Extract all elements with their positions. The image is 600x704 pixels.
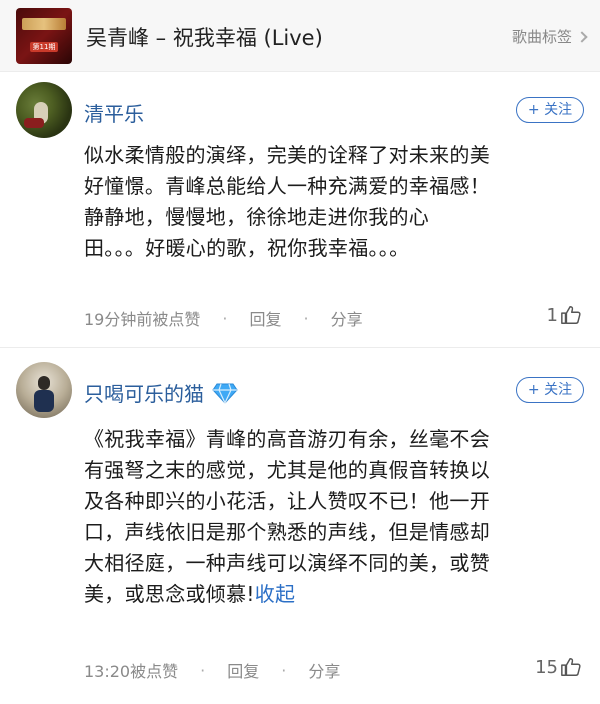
like-button[interactable]: 1 [547, 304, 582, 326]
comment-meta: 13:20被点赞 · 回复 · 分享 [84, 658, 340, 682]
follow-button[interactable]: + 关注 [516, 97, 584, 123]
comment-text: 《祝我幸福》青峰的高音游刃有余，丝毫不会 有强弩之末的感觉，尤其是他的真假音转换… [84, 424, 584, 610]
like-count: 1 [546, 304, 558, 326]
thumbs-up-icon [561, 306, 581, 324]
username-text: 清平乐 [84, 102, 144, 126]
comment-time: 19分钟前被点赞 [84, 310, 201, 329]
separator-dot: · [281, 660, 287, 680]
share-button[interactable]: 分享 [331, 306, 363, 330]
comment-line: 口，声线依旧是那个熟悉的声线，但是情感却 [84, 520, 490, 544]
comment-line: 似水柔情般的演绎，完美的诠释了对未来的美 [84, 143, 490, 167]
album-art-badge: 第11期 [30, 42, 58, 52]
comment-username[interactable]: 只喝可乐的猫 [84, 378, 238, 407]
comment-line-text: 美，或思念或倾慕! [84, 582, 255, 606]
comment-username[interactable]: 清平乐 [84, 98, 144, 127]
comment-line: 好憧憬。青峰总能给人一种充满爱的幸福感！ [84, 174, 490, 198]
comment-line: 大相径庭，一种声线可以演绎不同的美，或赞 [84, 551, 490, 575]
comment-line: 田。。。好暖心的歌，祝你我幸福。。。 [84, 236, 410, 260]
diamond-badge-icon [212, 383, 238, 404]
comment-text: 似水柔情般的演绎，完美的诠释了对未来的美 好憧憬。青峰总能给人一种充满爱的幸福感… [84, 140, 584, 264]
reply-button[interactable]: 回复 [249, 306, 281, 330]
comment-line: 及各种即兴的小花活，让人赞叹不已！他一开 [84, 489, 490, 513]
song-title[interactable]: 吴青峰 – 祝我幸福 (Live) [86, 22, 323, 52]
song-header: 第11期 吴青峰 – 祝我幸福 (Live) 歌曲标签 [0, 0, 600, 72]
album-art-title [22, 18, 66, 30]
album-art[interactable]: 第11期 [16, 8, 72, 64]
like-button[interactable]: 15 [535, 656, 582, 678]
comment-line-last: 美，或思念或倾慕!收起 [84, 579, 584, 610]
follow-button[interactable]: + 关注 [516, 377, 584, 403]
comment-line: 《祝我幸福》青峰的高音游刃有余，丝毫不会 [84, 427, 490, 451]
like-count: 15 [535, 656, 558, 678]
separator-dot: · [303, 308, 309, 328]
reply-button[interactable]: 回复 [227, 658, 259, 682]
thumbs-up-icon [561, 658, 581, 676]
separator-dot: · [200, 660, 206, 680]
comment-item: 清平乐 + 关注 似水柔情般的演绎，完美的诠释了对未来的美 好憧憬。青峰总能给人… [0, 72, 600, 348]
comment-line: 静静地，慢慢地，徐徐地走进你我的心 [84, 205, 430, 229]
collapse-link[interactable]: 收起 [255, 582, 296, 606]
username-text: 只喝可乐的猫 [84, 382, 204, 406]
share-button[interactable]: 分享 [308, 658, 340, 682]
song-tags-link[interactable]: 歌曲标签 [511, 26, 588, 47]
avatar[interactable] [16, 82, 72, 138]
song-tags-label: 歌曲标签 [511, 28, 572, 46]
comment-item: 只喝可乐的猫 + 关注 《祝我幸福》青峰的高音游刃有余，丝毫不会 有强弩之末的感… [0, 348, 600, 704]
comment-line: 有强弩之末的感觉，尤其是他的真假音转换以 [84, 458, 490, 482]
avatar[interactable] [16, 362, 72, 418]
separator-dot: · [222, 308, 228, 328]
chevron-right-icon [576, 30, 588, 43]
comment-meta: 19分钟前被点赞 · 回复 · 分享 [84, 306, 363, 330]
comment-time: 13:20被点赞 [84, 662, 179, 681]
